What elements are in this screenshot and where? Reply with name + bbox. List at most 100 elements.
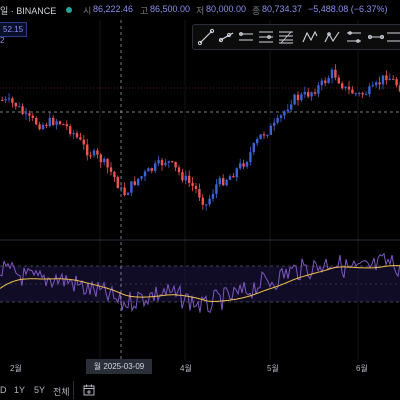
candle-body	[351, 89, 354, 94]
x-axis-label-apr: 4월	[180, 364, 192, 373]
candle-body	[160, 160, 164, 166]
candle-body	[133, 181, 136, 185]
candles-layer	[1, 64, 400, 211]
candle-body	[181, 172, 184, 181]
candle-body	[327, 78, 330, 84]
candle-body	[38, 124, 41, 130]
candle-body	[41, 124, 45, 130]
calendar-icon[interactable]	[83, 384, 95, 396]
candle-body	[113, 171, 116, 178]
candle-body	[14, 102, 17, 107]
candle-body	[249, 152, 252, 162]
candle-body	[371, 85, 374, 87]
triangle-pattern-icon[interactable]	[323, 28, 341, 46]
candle-body	[150, 168, 153, 171]
candle-body	[109, 167, 113, 172]
candle-body	[337, 77, 340, 84]
candle-body	[242, 163, 245, 167]
candle-body	[18, 106, 21, 108]
candle-body	[317, 85, 320, 94]
candle-body	[296, 94, 300, 100]
long-position-icon[interactable]	[385, 28, 400, 46]
x-axis-label-feb: 2월	[10, 364, 22, 373]
zigzag-pattern-icon[interactable]	[301, 28, 319, 46]
candle-body	[361, 93, 364, 95]
candle-body	[385, 75, 388, 81]
candle-body	[167, 161, 170, 163]
candle-body	[279, 115, 283, 118]
horizontal-lines-icon[interactable]	[257, 28, 275, 46]
candle-body	[31, 115, 34, 118]
candle-body	[239, 163, 242, 169]
candle-body	[24, 113, 28, 115]
candle-body	[191, 182, 194, 186]
candle-body	[324, 80, 327, 84]
candle-body	[245, 161, 249, 167]
candle-body	[140, 176, 143, 179]
trend-line-icon[interactable]	[197, 28, 215, 46]
head-shoulders-icon[interactable]	[345, 28, 363, 46]
candle-body	[303, 92, 306, 95]
candle-body	[320, 80, 323, 86]
range-all-button[interactable]: 전체	[53, 385, 70, 398]
range-icon[interactable]	[367, 28, 385, 46]
candle-body	[194, 185, 198, 189]
crosshair-date-label: 월 2025-03-09	[86, 359, 152, 374]
candle-body	[381, 75, 385, 85]
candle-body	[259, 134, 262, 140]
candle-body	[89, 155, 92, 157]
candle-body	[256, 139, 259, 144]
candle-body	[273, 122, 276, 126]
bottom-range-bar: D 1Y 5Y 전체	[0, 380, 400, 400]
candle-body	[300, 94, 303, 100]
drawing-toolbar	[192, 24, 400, 50]
candle-body	[293, 94, 296, 105]
candle-body	[215, 184, 218, 194]
candle-body	[392, 78, 395, 80]
candle-body	[62, 124, 65, 126]
candle-body	[55, 121, 58, 125]
chart-area[interactable]	[0, 0, 400, 400]
candle-body	[232, 176, 235, 178]
range-1y-button[interactable]: 1Y	[14, 385, 25, 395]
candle-body	[228, 176, 232, 180]
range-5y-button[interactable]: 5Y	[34, 385, 45, 395]
candle-body	[368, 86, 371, 95]
candle-body	[218, 178, 221, 185]
candle-body	[45, 124, 48, 126]
candle-body	[364, 94, 368, 96]
candle-body	[286, 109, 289, 112]
candle-body	[1, 100, 4, 101]
x-axis-label-may: 5월	[267, 364, 279, 373]
candle-body	[334, 69, 337, 78]
candle-body	[235, 168, 238, 178]
candle-body	[58, 121, 62, 125]
candle-body	[147, 168, 150, 172]
candle-body	[126, 192, 130, 195]
candle-body	[164, 162, 167, 166]
candle-body	[205, 204, 208, 206]
candle-body	[184, 175, 187, 181]
fib-icon[interactable]	[277, 28, 295, 46]
candle-body	[188, 175, 191, 183]
candle-body	[222, 178, 225, 186]
x-axis-label-jun: 6월	[356, 364, 368, 373]
candle-body	[290, 104, 293, 110]
candle-body	[28, 113, 31, 116]
candle-body	[344, 86, 347, 89]
candle-body	[79, 137, 82, 140]
candle-body	[378, 82, 381, 85]
candle-body	[283, 111, 286, 116]
candle-body	[252, 143, 255, 153]
candle-body	[211, 193, 215, 199]
candle-body	[157, 160, 160, 164]
candle-body	[198, 188, 201, 198]
range-d-button[interactable]: D	[0, 385, 7, 395]
candle-body	[65, 124, 68, 127]
candle-body	[201, 197, 204, 205]
candle-body	[225, 179, 228, 186]
parallel-channel-icon[interactable]	[237, 28, 255, 46]
candle-body	[106, 158, 109, 168]
candle-body	[137, 178, 140, 185]
ray-icon[interactable]	[217, 28, 235, 46]
